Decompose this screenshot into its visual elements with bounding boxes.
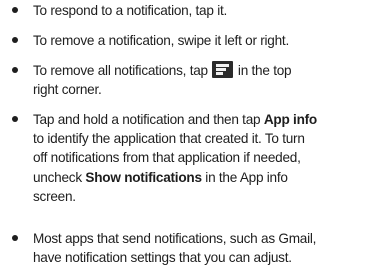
bullet-text: right corner.	[33, 82, 102, 98]
bullet-text: To respond to a notification, tap it.	[33, 3, 228, 18]
list-item: Most apps that send notifications, such …	[12, 229, 373, 267]
app-info-term: App info	[263, 112, 317, 127]
notification-tips-document: To respond to a notification, tap it. To…	[0, 0, 376, 275]
bullet-text: To remove a notification, swipe it left …	[33, 33, 289, 48]
bullet-text: Most apps that send notifications, such …	[33, 231, 317, 246]
bullet-text: Tap and hold a notification and then tap	[33, 112, 261, 127]
bullet-icon	[12, 67, 18, 73]
bullet-text: off notifications from that application …	[33, 150, 301, 166]
bullet-text: screen.	[33, 188, 76, 204]
list-item: To remove all notifications, tap in the …	[12, 61, 373, 99]
bullet-text: have notification settings that you can …	[33, 250, 292, 266]
show-notifications-term: Show notifications	[85, 169, 202, 185]
list-item: To remove a notification, swipe it left …	[12, 31, 373, 50]
list-item: Tap and hold a notification and then tap…	[12, 110, 373, 206]
bullet-icon	[12, 37, 18, 43]
bullet-text: uncheck	[33, 169, 82, 185]
bullet-text: in the App info	[205, 169, 288, 185]
bullet-icon	[12, 7, 18, 13]
bullet-text: To remove all notifications, tap	[33, 63, 208, 78]
bullet-text: in the top	[237, 63, 292, 78]
list-item: To respond to a notification, tap it.	[12, 1, 373, 20]
clear-all-notifications-icon	[212, 61, 234, 78]
bullet-icon	[12, 116, 18, 122]
bullet-icon	[12, 235, 18, 241]
bullet-text: to identify the application that created…	[33, 131, 305, 147]
